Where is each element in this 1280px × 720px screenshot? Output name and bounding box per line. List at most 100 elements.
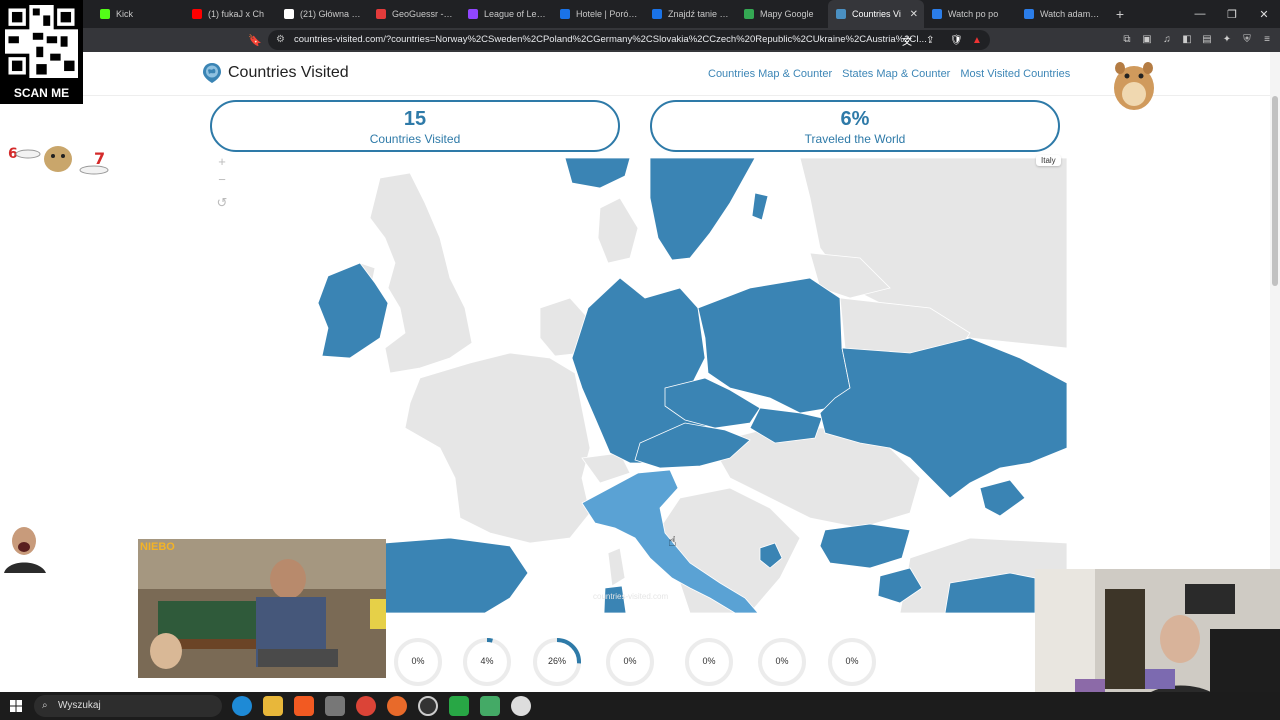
toolbar-icons: ⧉ ▣ ♫ ◧ ▤ ✦ ⛨ ≡	[1120, 33, 1274, 47]
tab-favicon-icon	[836, 9, 846, 19]
continent-progress-ring: 26%	[531, 636, 583, 688]
nav-most-visited[interactable]: Most Visited Countries	[960, 68, 1070, 80]
continent-progress-ring: 0%	[826, 636, 878, 688]
browser-tab[interactable]: GeoGuessr - Let's	[368, 0, 460, 28]
continent-progress-ring: 4%	[461, 636, 513, 688]
tab-title: Watch po po	[948, 9, 999, 19]
tab-favicon-icon	[284, 9, 294, 19]
restore-icon[interactable]: ❐	[1216, 0, 1248, 28]
tab-bar: Kick (1) fukaJ x Ch (21) Główna / X GeoGues…	[0, 0, 1280, 28]
svg-text:7: 7	[94, 149, 105, 168]
tab-title: Countries Vi	[852, 9, 901, 19]
scrollbar-thumb[interactable]	[1272, 96, 1278, 286]
hand-cursor-icon: ☝	[668, 533, 677, 549]
ring-percent-label: 0%	[702, 656, 716, 666]
continent-progress-ring: 0%	[683, 636, 735, 688]
media-icon[interactable]: ♫	[1160, 33, 1174, 47]
app3-icon[interactable]	[511, 696, 531, 716]
windows-start-icon[interactable]	[10, 700, 22, 712]
share-icon[interactable]: ⇪	[926, 35, 934, 46]
app2-icon[interactable]	[480, 696, 500, 716]
map-watermark: countries-visited.com	[593, 592, 669, 601]
hamster-sticker-icon	[1114, 62, 1154, 110]
country-crimea[interactable]	[979, 479, 1026, 517]
country-sweden[interactable]	[649, 158, 756, 261]
site-info-icon[interactable]: ⚙	[276, 30, 285, 50]
taskbar-search[interactable]: ⌕ Wyszukaj	[34, 695, 222, 717]
qr-code-icon	[5, 5, 78, 78]
country-gotland[interactable]	[751, 192, 769, 221]
country-norway[interactable]	[564, 158, 631, 189]
tab-favicon-icon	[100, 9, 110, 19]
world-traveled-card: 6% Traveled the World	[650, 100, 1060, 152]
bookmark-icon[interactable]: 🔖	[248, 34, 262, 47]
rewards-icon[interactable]: ▲	[972, 35, 982, 46]
tab-title: (1) fukaJ x Ch	[208, 9, 265, 19]
browser-tab[interactable]: Watch po po	[924, 0, 1016, 28]
browser-tab[interactable]: Znajdź tanie loty	[644, 0, 736, 28]
brave-icon[interactable]	[294, 696, 314, 716]
new-tab-button[interactable]: +	[1108, 6, 1132, 22]
app-icon[interactable]	[325, 696, 345, 716]
tab-title: League of Legen	[484, 9, 546, 19]
url-field[interactable]: ⚙ countries-visited.com/?countries=Norwa…	[268, 30, 990, 50]
taskbar-apps	[232, 696, 531, 716]
country-bulgaria[interactable]	[819, 523, 911, 569]
video-caption: NIEBO	[140, 541, 175, 553]
country-spain[interactable]	[384, 537, 529, 613]
continent-progress-ring: 0%	[604, 636, 656, 688]
reset-view-button[interactable]: ↺	[214, 195, 230, 211]
countries-visited-label: Countries Visited	[369, 132, 461, 146]
site-logo[interactable]: Countries Visited	[202, 62, 349, 84]
continent-progress-ring: 0%	[392, 636, 444, 688]
nav-countries-map[interactable]: Countries Map & Counter	[708, 68, 832, 80]
browser-tab[interactable]: Hotele | Porówn	[552, 0, 644, 28]
country-tooltip: Italy	[1036, 155, 1061, 166]
edge-icon[interactable]	[232, 696, 252, 716]
chrome-icon[interactable]	[356, 696, 376, 716]
browser-tab[interactable]: (1) fukaJ x Ch	[184, 0, 276, 28]
file-explorer-icon[interactable]	[263, 696, 283, 716]
url-text: countries-visited.com/?countries=Norway%…	[294, 34, 927, 45]
minimize-icon[interactable]: —	[1184, 0, 1216, 28]
browser-tab[interactable]: (21) Główna / X	[276, 0, 368, 28]
browser-tab[interactable]: Watch adamczyk	[1016, 0, 1108, 28]
globe-pin-icon	[203, 63, 221, 83]
world-traveled-percent: 6%	[840, 108, 870, 130]
wallet-icon[interactable]: ▤	[1200, 33, 1214, 47]
extensions-icon[interactable]: ⧉	[1120, 33, 1134, 47]
country-ireland[interactable]	[317, 262, 389, 359]
stream-video-overlay: NIEBO	[138, 539, 386, 678]
brave-shield-icon[interactable]: 🛡	[950, 35, 963, 46]
close-tab-icon[interactable]: ✕	[910, 9, 918, 20]
tab-favicon-icon	[468, 9, 478, 19]
vpn-icon[interactable]: ⛨	[1240, 33, 1254, 47]
address-bar-row: 🔖 ⚙ countries-visited.com/?countries=Nor…	[0, 28, 1280, 52]
screenshot-icon[interactable]: ▣	[1140, 33, 1154, 47]
tab-favicon-icon	[376, 9, 386, 19]
tab-title: (21) Główna / X	[300, 9, 362, 19]
tab-title: Hotele | Porówn	[576, 9, 638, 19]
tab-title: Mapy Google	[760, 9, 814, 19]
media-player-icon[interactable]	[449, 696, 469, 716]
browser-tab[interactable]: Countries Vi ✕	[828, 0, 924, 28]
ring-percent-label: 0%	[411, 656, 425, 666]
browser-tab[interactable]: Kick	[92, 0, 184, 28]
browser-tab[interactable]: League of Legen	[460, 0, 552, 28]
countries-visited-card: 15 Countries Visited	[210, 100, 620, 152]
nav-states-map[interactable]: States Map & Counter	[842, 68, 950, 80]
window-controls: — ❐ ✕	[1184, 0, 1280, 28]
ring-percent-label: 0%	[623, 656, 637, 666]
obs-icon[interactable]	[418, 696, 438, 716]
search-icon: ⌕	[42, 700, 48, 711]
leo-icon[interactable]: ✦	[1220, 33, 1234, 47]
translate-icon[interactable]: 文	[902, 33, 912, 48]
zoom-in-button[interactable]: +	[214, 154, 230, 169]
browser-tab[interactable]: Mapy Google	[736, 0, 828, 28]
menu-icon[interactable]: ≡	[1260, 33, 1274, 47]
taskbar-search-label: Wyszukaj	[58, 700, 101, 711]
zoom-out-button[interactable]: −	[214, 172, 230, 187]
close-window-icon[interactable]: ✕	[1248, 0, 1280, 28]
opera-icon[interactable]	[387, 696, 407, 716]
sidebar-icon[interactable]: ◧	[1180, 33, 1194, 47]
